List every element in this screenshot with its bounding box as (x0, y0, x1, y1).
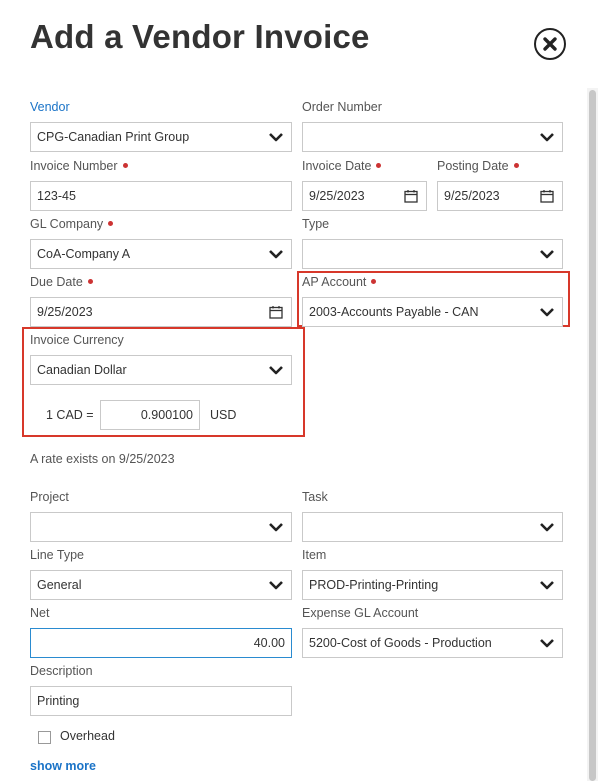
required-indicator (376, 163, 382, 168)
order-number-select[interactable] (302, 122, 563, 152)
required-indicator (513, 163, 519, 168)
description-value: Printing (37, 694, 80, 708)
close-icon (543, 37, 557, 51)
item-value: PROD-Printing-Printing (309, 578, 439, 592)
posting-date-input[interactable]: 9/25/2023 (437, 181, 563, 211)
calendar-icon[interactable] (269, 305, 283, 319)
chevron-down-icon (540, 523, 554, 532)
type-select[interactable] (302, 239, 563, 269)
exchange-rate-value: 0.900100 (140, 408, 193, 422)
project-select[interactable] (30, 512, 292, 542)
scrollbar-thumb[interactable] (589, 90, 596, 781)
task-label: Task (302, 490, 328, 504)
expense-gl-account-select[interactable]: 5200-Cost of Goods - Production (302, 628, 563, 658)
invoice-currency-select[interactable]: Canadian Dollar (30, 355, 292, 385)
ap-account-value: 2003-Accounts Payable - CAN (309, 305, 479, 319)
line-type-select[interactable]: General (30, 570, 292, 600)
chevron-down-icon (540, 639, 554, 648)
type-label: Type (302, 217, 330, 231)
show-more-link[interactable]: show more (30, 759, 96, 773)
overhead-label: Overhead (60, 729, 115, 743)
page-title: Add a Vendor Invoice (30, 18, 370, 55)
line-type-label: Line Type (30, 548, 84, 562)
description-input[interactable]: Printing (30, 686, 292, 716)
net-value: 40.00 (253, 636, 285, 650)
chevron-down-icon (540, 133, 554, 142)
item-label: Item (302, 548, 327, 562)
line-type-value: General (37, 578, 82, 592)
item-select[interactable]: PROD-Printing-Printing (302, 570, 563, 600)
net-label: Net (30, 606, 50, 620)
gl-company-value: CoA-Company A (37, 247, 131, 261)
due-date-input[interactable]: 9/25/2023 (30, 297, 292, 327)
chevron-down-icon (540, 250, 554, 259)
invoice-currency-value: Canadian Dollar (37, 363, 127, 377)
calendar-icon[interactable] (404, 189, 418, 203)
exchange-rate-suffix: USD (210, 408, 237, 422)
required-indicator (87, 279, 93, 284)
exchange-rate-input[interactable]: 0.900100 (100, 400, 200, 430)
invoice-date-input[interactable]: 9/25/2023 (302, 181, 427, 211)
vendor-select[interactable]: CPG-Canadian Print Group (30, 122, 292, 152)
task-select[interactable] (302, 512, 563, 542)
overhead-checkbox[interactable] (38, 731, 51, 744)
ap-account-label: AP Account (302, 275, 377, 289)
chevron-down-icon (540, 581, 554, 590)
gl-company-select[interactable]: CoA-Company A (30, 239, 292, 269)
expense-gl-account-value: 5200-Cost of Goods - Production (309, 636, 492, 650)
invoice-date-label: Invoice Date (302, 159, 382, 173)
order-number-label: Order Number (302, 100, 382, 114)
chevron-down-icon (269, 133, 283, 142)
required-indicator (371, 279, 377, 284)
chevron-down-icon (269, 250, 283, 259)
description-label: Description (30, 664, 93, 678)
vendor-value: CPG-Canadian Print Group (37, 130, 190, 144)
chevron-down-icon (269, 523, 283, 532)
ap-account-select[interactable]: 2003-Accounts Payable - CAN (302, 297, 563, 327)
invoice-number-value: 123-45 (37, 189, 76, 203)
rate-note: A rate exists on 9/25/2023 (30, 452, 175, 466)
invoice-number-input[interactable]: 123-45 (30, 181, 292, 211)
chevron-down-icon (269, 581, 283, 590)
expense-gl-account-label: Expense GL Account (302, 606, 419, 620)
required-indicator (108, 221, 114, 226)
invoice-currency-label: Invoice Currency (30, 333, 124, 347)
close-button[interactable] (534, 28, 566, 60)
calendar-icon[interactable] (540, 189, 554, 203)
vendor-label: Vendor (30, 100, 70, 114)
chevron-down-icon (269, 366, 283, 375)
invoice-number-label: Invoice Number (30, 159, 128, 173)
project-label: Project (30, 490, 69, 504)
exchange-rate-prefix: 1 CAD = (46, 408, 94, 422)
due-date-value: 9/25/2023 (37, 305, 93, 319)
net-input[interactable]: 40.00 (30, 628, 292, 658)
posting-date-label: Posting Date (437, 159, 519, 173)
gl-company-label: GL Company (30, 217, 114, 231)
chevron-down-icon (540, 308, 554, 317)
due-date-label: Due Date (30, 275, 93, 289)
required-indicator (122, 163, 128, 168)
